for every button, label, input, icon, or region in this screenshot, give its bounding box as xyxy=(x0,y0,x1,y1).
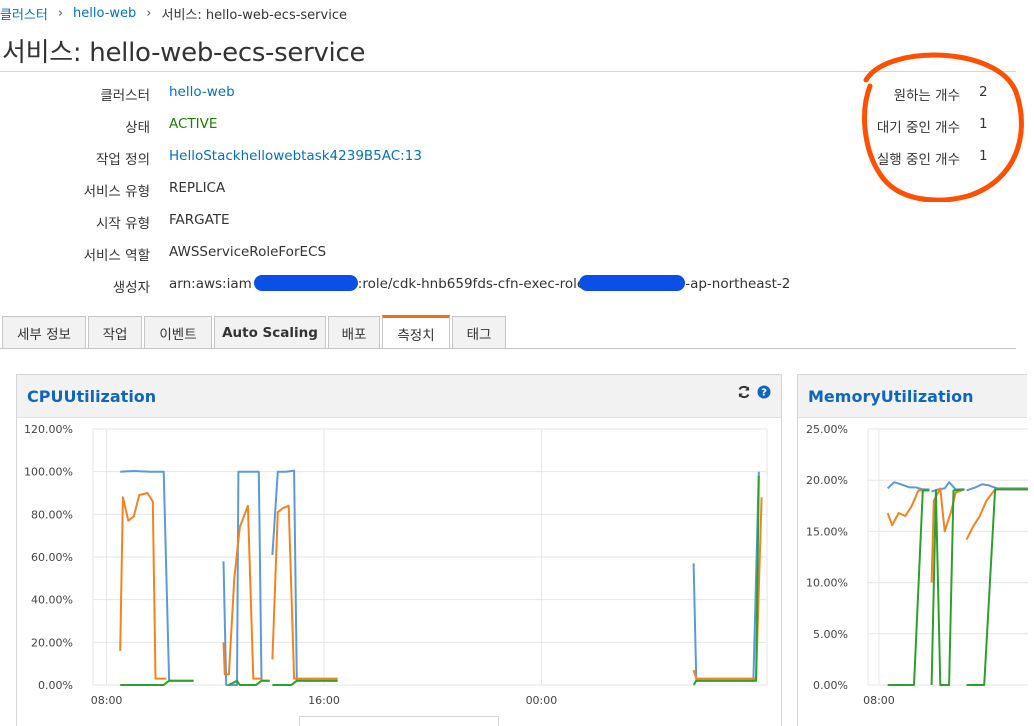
creator-arn-suffix: -ap-northeast-2 xyxy=(685,276,791,292)
detail-cluster: 클러스터 hello-web xyxy=(0,84,800,104)
memory-x-tick-label: 08:00 xyxy=(863,694,895,707)
panel-header: CPUUtilization ? xyxy=(17,375,781,418)
detail-creator: 생성자 arn:aws:iam :role/cdk-hnb659fds-cfn-e… xyxy=(0,275,800,296)
refresh-icon[interactable] xyxy=(737,385,751,399)
service-tabs: 세부 정보 작업 이벤트 Auto Scaling 배포 측정치 태그 xyxy=(0,315,1016,349)
service-type-value: REPLICA xyxy=(169,180,226,196)
memory-series-line-2 xyxy=(887,488,1028,686)
breadcrumb-cluster-link[interactable]: hello-web xyxy=(73,6,136,21)
creator-arn-prefix: arn:aws:iam xyxy=(169,276,252,292)
memory-y-tick-label: 10.00% xyxy=(806,577,848,590)
redaction-mark xyxy=(579,275,686,291)
memory-y-tick-label: 0.00% xyxy=(813,679,848,692)
count-running: 실행 중인 개수 1 xyxy=(840,148,1000,168)
count-label: 대기 중인 개수 xyxy=(876,120,960,136)
tab-auto-scaling[interactable]: Auto Scaling xyxy=(214,316,326,348)
help-icon[interactable]: ? xyxy=(757,385,771,399)
cpu-x-tick-label: 16:00 xyxy=(308,694,340,707)
cpu-y-tick-label: 60.00% xyxy=(31,551,73,564)
redaction-mark xyxy=(253,275,358,291)
breadcrumb: 클러스터 › hello-web › 서비스: hello-web-ecs-se… xyxy=(0,4,347,23)
cpu-series-line-0 xyxy=(120,469,760,686)
memory-y-tick-label: 25.00% xyxy=(806,423,848,436)
detail-label: 시작 유형 xyxy=(96,216,150,232)
tab-events[interactable]: 이벤트 xyxy=(144,316,212,348)
cpu-y-tick-label: 40.00% xyxy=(31,594,73,607)
chevron-right-icon: › xyxy=(146,6,152,21)
detail-service-role: 서비스 역할 AWSServiceRoleForECS xyxy=(0,244,800,264)
count-pending: 대기 중인 개수 1 xyxy=(840,116,1000,136)
cpu-y-tick-label: 0.00% xyxy=(38,679,73,692)
tab-tags[interactable]: 태그 xyxy=(452,316,506,348)
chart-period-box[interactable] xyxy=(299,716,499,726)
count-label: 원하는 개수 xyxy=(893,88,960,104)
launch-type-value: FARGATE xyxy=(169,212,230,228)
detail-label: 서비스 역할 xyxy=(83,248,150,264)
tab-details[interactable]: 세부 정보 xyxy=(2,316,86,348)
panel-header: MemoryUtilization xyxy=(798,375,1027,418)
memory-utilization-chart: 0.00% 5.00% 10.00% 15.00% 20.00% 25.00% 08:00 xyxy=(806,423,1028,707)
tab-divider xyxy=(0,348,1016,349)
title-divider xyxy=(0,71,1016,72)
status-value: ACTIVE xyxy=(169,116,218,132)
service-role-value: AWSServiceRoleForECS xyxy=(169,244,327,260)
memory-y-tick-label: 15.00% xyxy=(806,525,848,538)
detail-label: 생성자 xyxy=(112,280,150,296)
cpu-series-line-1 xyxy=(119,492,763,680)
count-label: 실행 중인 개수 xyxy=(876,152,960,168)
cpu-y-tick-label: 80.00% xyxy=(31,508,73,521)
cpu-x-tick-label: 08:00 xyxy=(91,694,123,707)
cpu-x-tick-label: 00:00 xyxy=(526,694,558,707)
detail-task-definition: 작업 정의 HelloStackhellowebtask4239B5AC:13 xyxy=(0,148,800,168)
panel-actions: ? xyxy=(737,385,771,399)
memory-y-tick-label: 5.00% xyxy=(813,628,848,641)
tab-deployments[interactable]: 배포 xyxy=(328,316,380,348)
cpu-y-tick-label: 100.00% xyxy=(24,466,73,479)
breadcrumb-current: 서비스: hello-web-ecs-service xyxy=(161,8,347,23)
page-title: 서비스: hello-web-ecs-service xyxy=(2,38,366,68)
breadcrumb-clusters-link[interactable]: 클러스터 xyxy=(0,4,48,23)
creator-arn-role: :role/cdk-hnb659fds-cfn-exec-role xyxy=(357,276,586,292)
cpu-chart-title: CPUUtilization xyxy=(27,387,157,406)
tab-tasks[interactable]: 작업 xyxy=(88,316,142,348)
detail-launch-type: 시작 유형 FARGATE xyxy=(0,212,800,232)
cluster-link[interactable]: hello-web xyxy=(169,84,235,100)
detail-label: 클러스터 xyxy=(100,88,150,104)
chevron-right-icon: › xyxy=(57,6,64,21)
detail-label: 작업 정의 xyxy=(96,152,150,168)
memory-chart-title: MemoryUtilization xyxy=(808,387,974,406)
memory-y-tick-label: 20.00% xyxy=(806,474,848,487)
memory-series-line-1 xyxy=(886,487,1028,583)
cpu-y-tick-label: 20.00% xyxy=(31,636,73,649)
task-definition-link[interactable]: HelloStackhellowebtask4239B5AC:13 xyxy=(169,148,422,164)
cpu-y-tick-label: 120.00% xyxy=(24,423,73,436)
creator-value: arn:aws:iam :role/cdk-hnb659fds-cfn-exec-… xyxy=(169,275,791,292)
tab-metrics[interactable]: 측정치 xyxy=(382,315,450,349)
detail-status: 상태 ACTIVE xyxy=(0,116,800,136)
count-desired: 원하는 개수 2 xyxy=(840,84,1000,104)
count-value: 2 xyxy=(979,84,988,100)
svg-text:?: ? xyxy=(761,388,767,399)
cpu-series-line-2 xyxy=(120,475,760,686)
cpu-utilization-panel: CPUUtilization ? 0.00% 20.00% 40.00% 60.00%… xyxy=(16,374,782,726)
detail-label: 서비스 유형 xyxy=(83,184,150,200)
count-value: 1 xyxy=(979,116,988,132)
detail-label: 상태 xyxy=(125,120,150,136)
cpu-utilization-chart: 0.00% 20.00% 40.00% 60.00% 80.00% 100.00% 120.… xyxy=(24,423,768,707)
memory-utilization-panel: MemoryUtilization 0.00% 5.00% 10.00% 15.00%… xyxy=(797,374,1028,726)
count-value: 1 xyxy=(979,148,988,164)
detail-service-type: 서비스 유형 REPLICA xyxy=(0,180,800,200)
